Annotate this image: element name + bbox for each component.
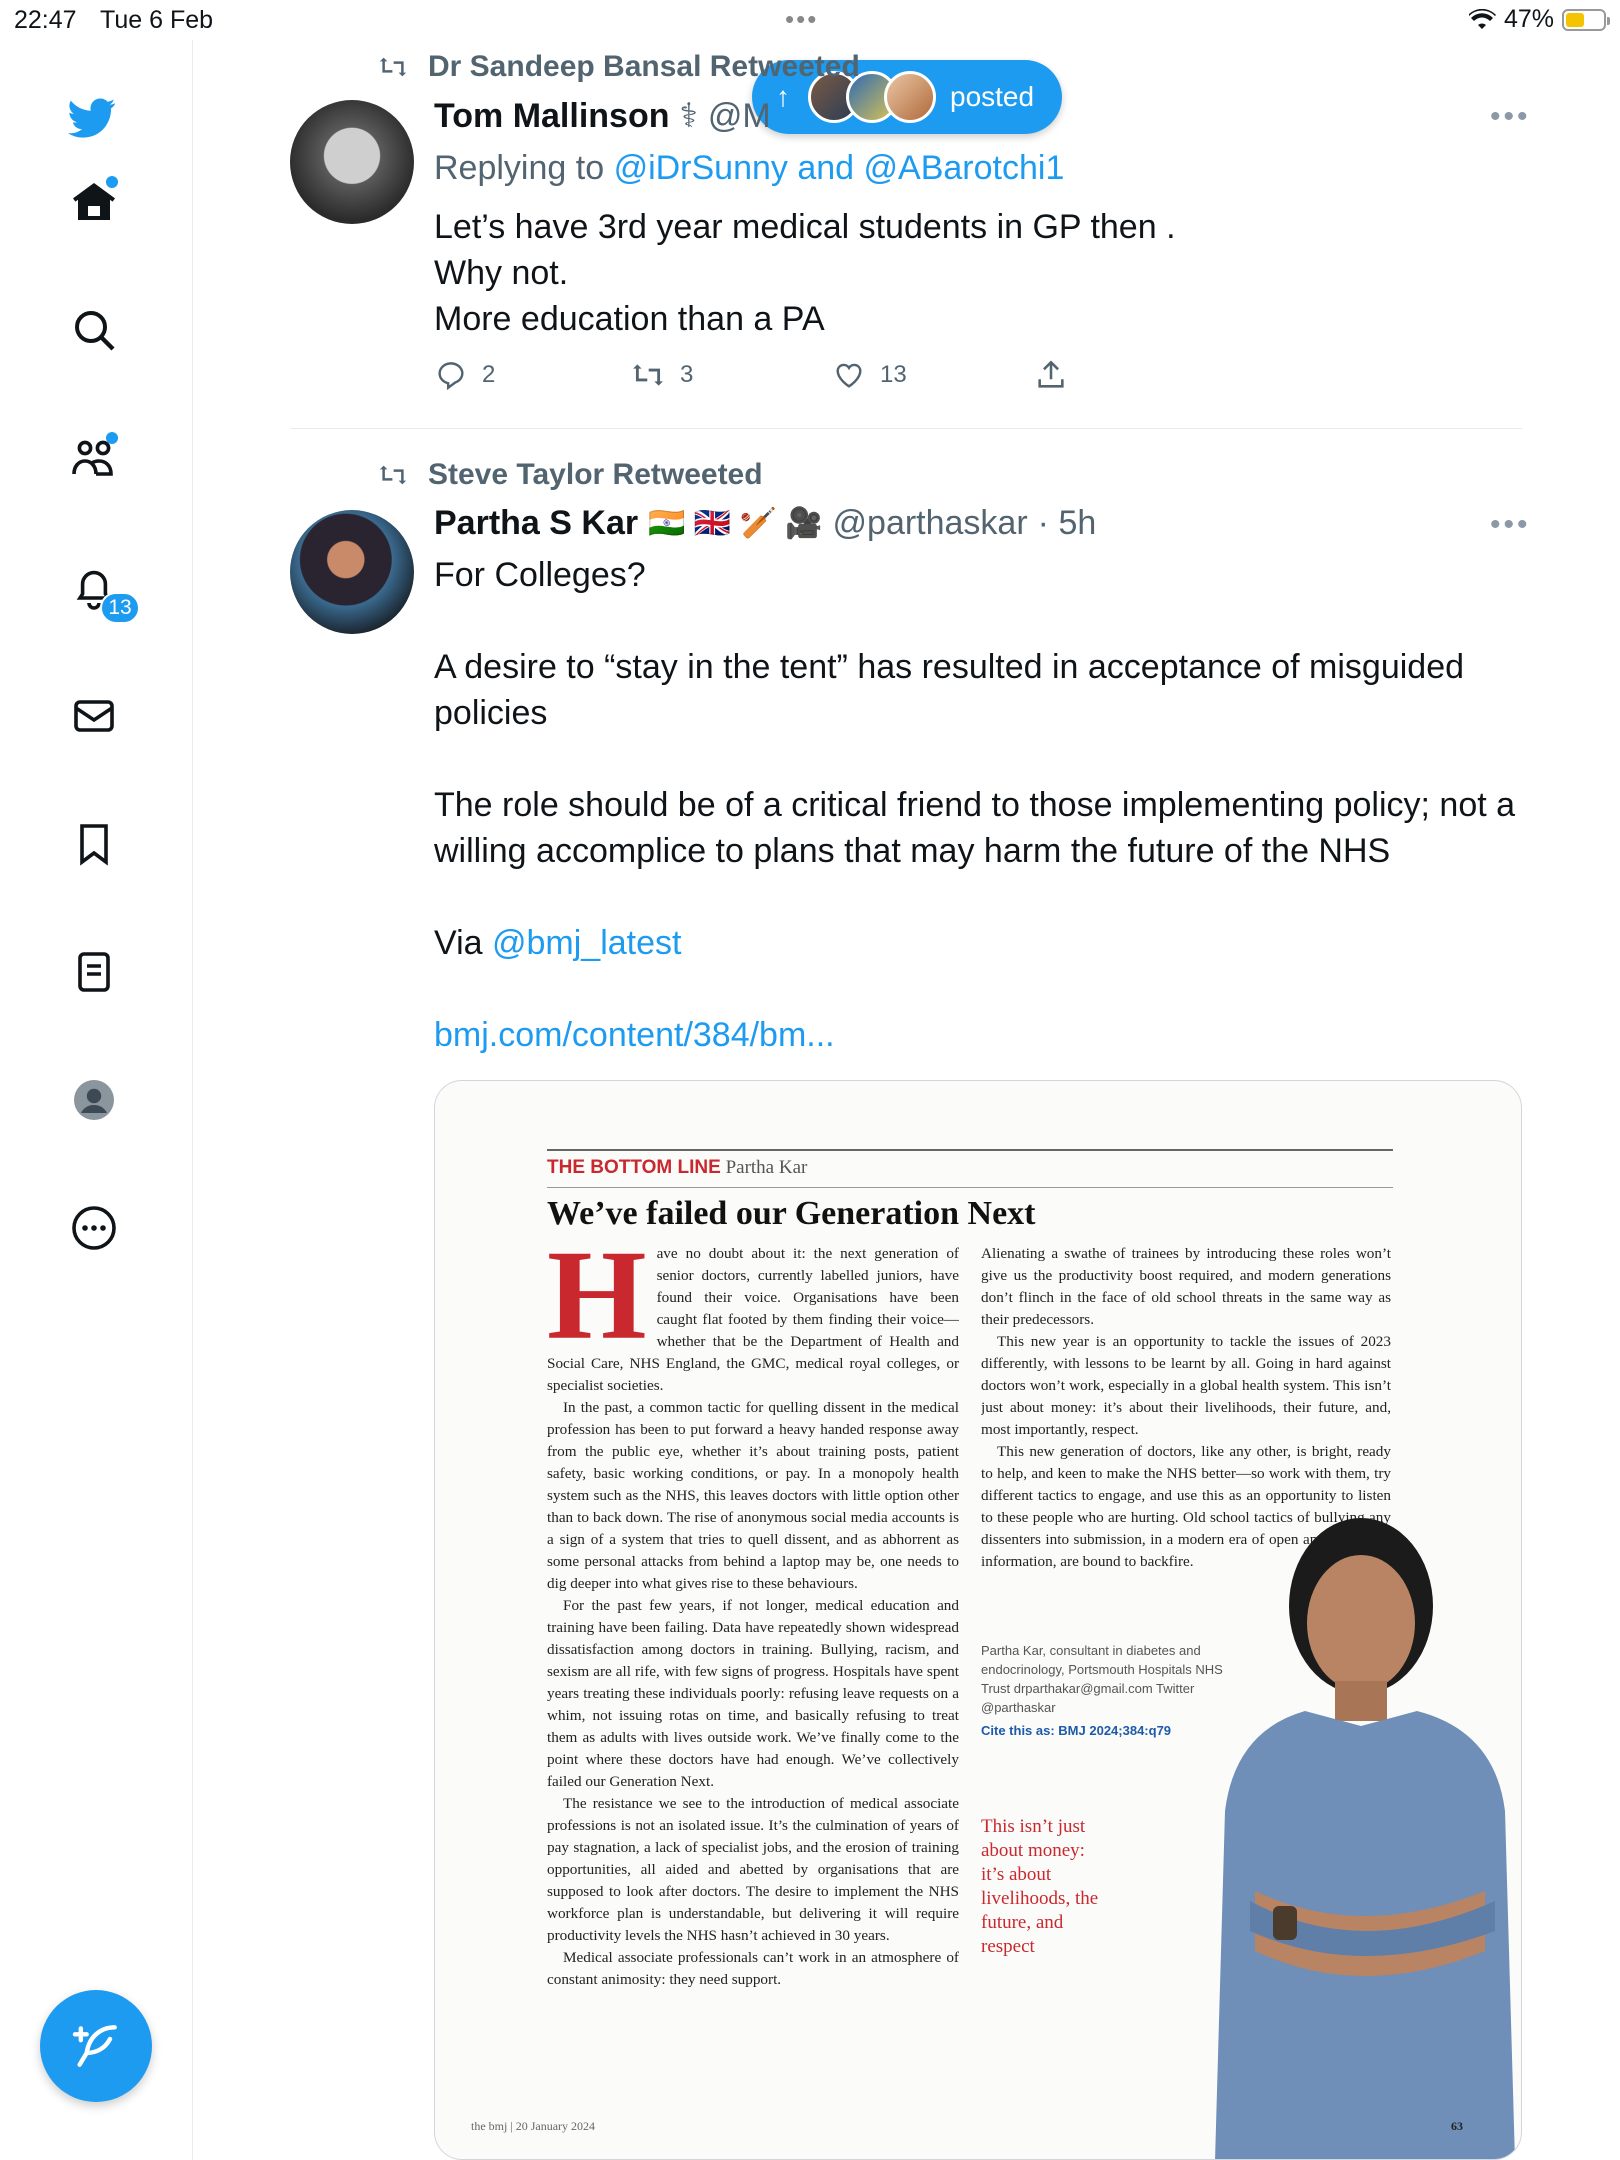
article-link[interactable]: bmj.com/content/384/bm... xyxy=(434,1012,1524,1058)
retweeted-by: Dr Sandeep Bansal Retweeted xyxy=(374,50,860,84)
like-button[interactable]: 13 xyxy=(832,358,1034,392)
retweet-icon xyxy=(379,57,407,77)
search-icon[interactable] xyxy=(66,302,122,358)
article-headline: We’ve failed our Generation Next xyxy=(547,1195,1036,1232)
home-icon[interactable] xyxy=(66,174,122,230)
link-preview-card[interactable]: THE BOTTOM LINE Partha Kar We’ve failed … xyxy=(434,1080,1522,2160)
tweet-more-icon[interactable]: ••• xyxy=(1490,508,1531,542)
reply-icon xyxy=(438,362,464,391)
lists-icon[interactable] xyxy=(66,944,122,1000)
tweet-divider xyxy=(290,428,1522,429)
sidebar-nav: 13 xyxy=(0,40,193,2160)
clock: 22:47 xyxy=(14,6,77,34)
retweeted-by: Steve Taylor Retweeted xyxy=(374,458,763,492)
tweet-text: For Colleges? A desire to “stay in the t… xyxy=(434,552,1524,1058)
battery-percent: 47% xyxy=(1503,5,1554,33)
tweet-actions: 2 3 13 xyxy=(434,358,1068,392)
twitter-logo-icon[interactable] xyxy=(64,90,120,146)
retweet-button[interactable]: 3 xyxy=(630,358,832,392)
multitasking-dots-icon[interactable]: ••• xyxy=(785,6,818,32)
bookmark-icon[interactable] xyxy=(66,816,122,872)
arrow-up-icon: ↑ xyxy=(776,81,790,112)
retweet-icon xyxy=(379,465,407,485)
avatar[interactable] xyxy=(290,510,414,634)
pull-quote: This isn’t just about money: it’s about … xyxy=(981,1816,1099,1957)
communities-icon[interactable] xyxy=(66,430,122,486)
author-photo xyxy=(1215,1518,1515,2159)
reply-button[interactable]: 2 xyxy=(434,358,630,392)
page-number: 63 xyxy=(1451,2119,1463,2133)
compose-feather-icon xyxy=(72,2025,117,2067)
article-section: THE BOTTOM LINE Partha Kar xyxy=(547,1157,808,1178)
retweet-icon xyxy=(633,364,663,386)
compose-tweet-button[interactable] xyxy=(40,1990,152,2102)
share-button[interactable] xyxy=(1034,358,1068,392)
replying-to: Replying to @iDrSunny and @ABarotchi1 xyxy=(434,149,1065,187)
tweet-author[interactable]: Partha S Kar 🇮🇳 🇬🇧 🏏 🎥 @parthaskar · 5h xyxy=(434,504,1096,543)
article-column-1: H ave no doubt about it: the next genera… xyxy=(547,1243,959,1988)
replying-to-link[interactable]: @iDrSunny and @ABarotchi1 xyxy=(614,149,1065,187)
battery-icon xyxy=(1562,8,1610,31)
heart-icon xyxy=(836,363,862,388)
wifi-icon xyxy=(1468,8,1496,29)
avatar[interactable] xyxy=(290,100,414,224)
date: Tue 6 Feb xyxy=(100,6,214,34)
mention-link[interactable]: @bmj_latest xyxy=(492,924,681,962)
tweet-text: Let’s have 3rd year medical students in … xyxy=(434,208,1176,338)
messages-icon[interactable] xyxy=(66,688,122,744)
article-footer: the bmj | 20 January 2024 xyxy=(471,2119,596,2133)
tweet-more-icon[interactable]: ••• xyxy=(1490,100,1531,134)
profile-icon[interactable] xyxy=(66,1072,122,1128)
more-options-icon[interactable] xyxy=(66,1200,122,1256)
share-icon xyxy=(1038,360,1064,388)
notifications-badge: 13 xyxy=(100,592,140,624)
status-bar: 22:47 Tue 6 Feb ••• 47% xyxy=(0,0,1620,40)
tweet-author[interactable]: Tom Mallinson ⚕ @M xyxy=(434,96,771,136)
